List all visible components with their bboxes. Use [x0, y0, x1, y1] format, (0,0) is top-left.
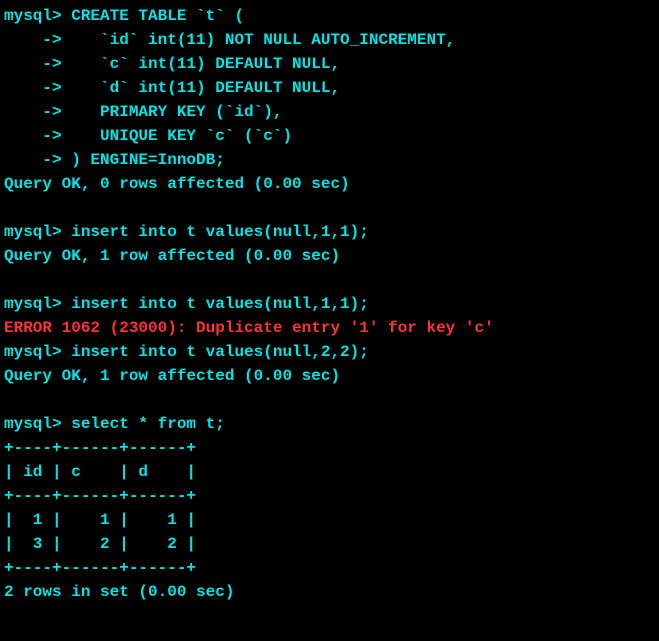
sql-create-table-line-2: -> `id` int(11) NOT NULL AUTO_INCREMENT, [4, 28, 655, 52]
table-row: | 3 | 2 | 2 | [4, 532, 655, 556]
table-border-mid: +----+------+------+ [4, 484, 655, 508]
terminal-output: mysql> CREATE TABLE `t` ( -> `id` int(11… [4, 4, 655, 604]
sql-insert-1: mysql> insert into t values(null,1,1); [4, 220, 655, 244]
sql-create-table-line-4: -> `d` int(11) DEFAULT NULL, [4, 76, 655, 100]
query-ok-3: Query OK, 1 row affected (0.00 sec) [4, 364, 655, 388]
table-header-row: | id | c | d | [4, 460, 655, 484]
error-duplicate-entry: ERROR 1062 (23000): Duplicate entry '1' … [4, 316, 655, 340]
table-border-bottom: +----+------+------+ [4, 556, 655, 580]
sql-create-table-line-3: -> `c` int(11) DEFAULT NULL, [4, 52, 655, 76]
sql-create-table-line-1: mysql> CREATE TABLE `t` ( [4, 4, 655, 28]
blank-line-2 [4, 268, 655, 292]
sql-create-table-line-5: -> PRIMARY KEY (`id`), [4, 100, 655, 124]
sql-select-all: mysql> select * from t; [4, 412, 655, 436]
query-ok-1: Query OK, 0 rows affected (0.00 sec) [4, 172, 655, 196]
sql-insert-3: mysql> insert into t values(null,2,2); [4, 340, 655, 364]
sql-create-table-line-6: -> UNIQUE KEY `c` (`c`) [4, 124, 655, 148]
table-border-top: +----+------+------+ [4, 436, 655, 460]
blank-line-1 [4, 196, 655, 220]
blank-line-3 [4, 388, 655, 412]
table-row: | 1 | 1 | 1 | [4, 508, 655, 532]
sql-insert-2: mysql> insert into t values(null,1,1); [4, 292, 655, 316]
sql-create-table-line-7: -> ) ENGINE=InnoDB; [4, 148, 655, 172]
query-ok-2: Query OK, 1 row affected (0.00 sec) [4, 244, 655, 268]
rows-in-set: 2 rows in set (0.00 sec) [4, 580, 655, 604]
